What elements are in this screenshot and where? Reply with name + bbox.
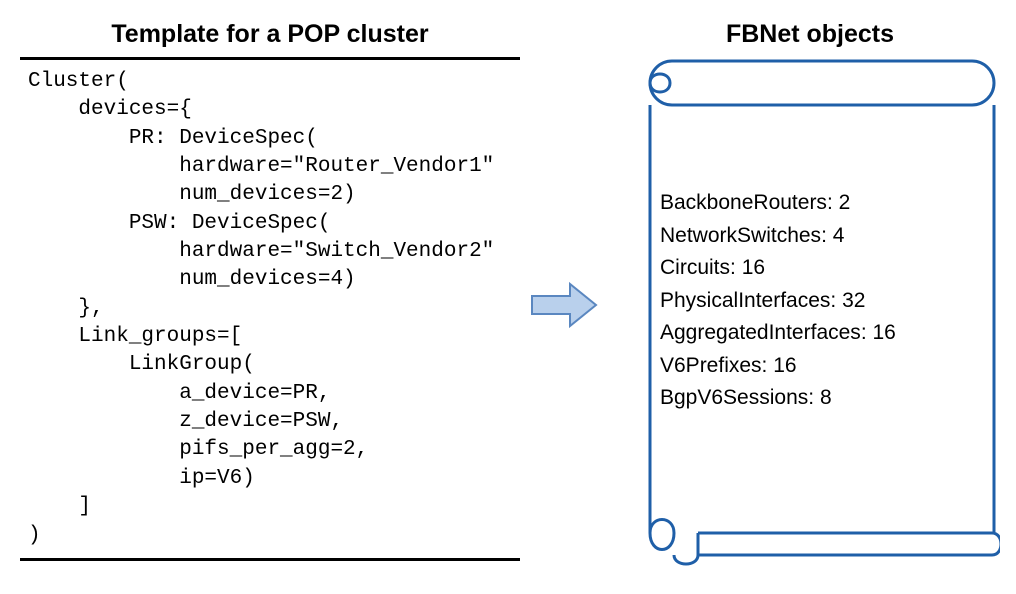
list-item: BgpV6Sessions: 8: [660, 382, 970, 415]
diagram-container: Template for a POP cluster Cluster( devi…: [20, 20, 996, 577]
item-value: 8: [820, 386, 832, 409]
item-value: 4: [833, 224, 845, 247]
list-item: V6Prefixes: 16: [660, 350, 970, 383]
item-label: BackboneRouters: [660, 191, 827, 214]
item-label: NetworkSwitches: [660, 224, 821, 247]
fbnet-title: FBNet objects: [726, 20, 894, 57]
item-label: AggregatedInterfaces: [660, 321, 861, 344]
template-code: Cluster( devices={ PR: DeviceSpec( hardw…: [20, 64, 520, 561]
item-label: PhysicalInterfaces: [660, 289, 830, 312]
scroll-wrap: BackboneRouters: 2 NetworkSwitches: 4 Ci…: [620, 57, 1000, 577]
list-item: Circuits: 16: [660, 252, 970, 285]
arrow-icon: [530, 280, 600, 330]
arrow-wrap: [530, 20, 600, 330]
item-value: 2: [839, 191, 851, 214]
list-item: AggregatedInterfaces: 16: [660, 317, 970, 350]
item-value: 16: [742, 256, 765, 279]
item-label: V6Prefixes: [660, 354, 762, 377]
fbnet-panel: FBNet objects BackboneRouters: 2 Network…: [610, 20, 1010, 577]
list-item: BackboneRouters: 2: [660, 187, 970, 220]
template-title: Template for a POP cluster: [20, 20, 520, 60]
item-label: Circuits: [660, 256, 730, 279]
item-value: 16: [773, 354, 796, 377]
fbnet-list: BackboneRouters: 2 NetworkSwitches: 4 Ci…: [660, 187, 970, 415]
template-panel: Template for a POP cluster Cluster( devi…: [20, 20, 520, 561]
list-item: PhysicalInterfaces: 32: [660, 285, 970, 318]
item-label: BgpV6Sessions: [660, 386, 808, 409]
list-item: NetworkSwitches: 4: [660, 220, 970, 253]
item-value: 16: [872, 321, 895, 344]
item-value: 32: [842, 289, 865, 312]
